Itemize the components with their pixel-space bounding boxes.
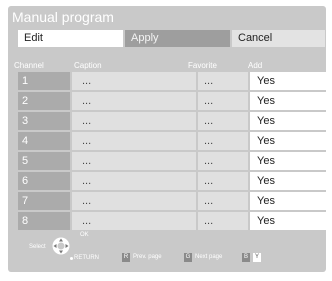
add-cell[interactable]: Yes xyxy=(250,172,326,190)
apply-button[interactable]: Apply xyxy=(125,30,230,47)
red-key-icon: R xyxy=(122,253,130,262)
channel-cell: 2 xyxy=(18,92,70,110)
caption-cell[interactable]: ... xyxy=(72,72,196,90)
favorite-cell[interactable]: ... xyxy=(198,172,248,190)
select-label: Select xyxy=(29,244,46,250)
column-header-caption: Caption xyxy=(74,61,102,70)
add-cell[interactable]: Yes xyxy=(250,92,326,110)
green-key-icon: G xyxy=(184,253,192,262)
table-row[interactable]: 3 ... ... Yes xyxy=(18,112,326,130)
channel-cell: 4 xyxy=(18,132,70,150)
caption-cell[interactable]: ... xyxy=(72,132,196,150)
manual-program-panel: Manual program Edit Apply Cancel Channel… xyxy=(8,6,326,272)
prev-page-label: Prev. page xyxy=(133,254,162,260)
footer-help-bar: Select OK RETURN R Prev. page G Next pag… xyxy=(8,228,326,268)
table-row[interactable]: 2 ... ... Yes xyxy=(18,92,326,110)
yellow-key-icon: Y xyxy=(253,253,261,262)
page-title: Manual program xyxy=(12,9,114,25)
table-row[interactable]: 4 ... ... Yes xyxy=(18,132,326,150)
column-header-add: Add xyxy=(248,61,263,70)
table-row[interactable]: 6 ... ... Yes xyxy=(18,172,326,190)
channel-cell: 5 xyxy=(18,152,70,170)
return-dot-icon xyxy=(70,257,73,260)
table-row[interactable]: 7 ... ... Yes xyxy=(18,192,326,210)
ok-label: OK xyxy=(80,232,89,238)
caption-cell[interactable]: ... xyxy=(72,172,196,190)
table-row[interactable]: 1 ... ... Yes xyxy=(18,72,326,90)
channel-cell: 1 xyxy=(18,72,70,90)
channel-cell: 7 xyxy=(18,192,70,210)
return-label: RETURN xyxy=(74,255,99,261)
add-cell[interactable]: Yes xyxy=(250,152,326,170)
favorite-cell[interactable]: ... xyxy=(198,112,248,130)
cancel-button[interactable]: Cancel xyxy=(232,30,325,47)
blue-key-icon: B xyxy=(242,253,250,262)
channel-cell: 3 xyxy=(18,112,70,130)
column-header-channel: Channel xyxy=(14,61,44,70)
table-row[interactable]: 5 ... ... Yes xyxy=(18,152,326,170)
column-header-favorite: Favorite xyxy=(188,61,217,70)
favorite-cell[interactable]: ... xyxy=(198,132,248,150)
add-cell[interactable]: Yes xyxy=(250,112,326,130)
caption-cell[interactable]: ... xyxy=(72,112,196,130)
caption-cell[interactable]: ... xyxy=(72,92,196,110)
add-cell[interactable]: Yes xyxy=(250,192,326,210)
next-page-label: Next page xyxy=(195,254,223,260)
caption-cell[interactable]: ... xyxy=(72,152,196,170)
favorite-cell[interactable]: ... xyxy=(198,152,248,170)
channel-cell: 6 xyxy=(18,172,70,190)
favorite-cell[interactable]: ... xyxy=(198,192,248,210)
add-cell[interactable]: Yes xyxy=(250,132,326,150)
dpad-icon xyxy=(52,237,70,255)
edit-button[interactable]: Edit xyxy=(18,30,123,47)
favorite-cell[interactable]: ... xyxy=(198,92,248,110)
caption-cell[interactable]: ... xyxy=(72,192,196,210)
add-cell[interactable]: Yes xyxy=(250,72,326,90)
favorite-cell[interactable]: ... xyxy=(198,72,248,90)
